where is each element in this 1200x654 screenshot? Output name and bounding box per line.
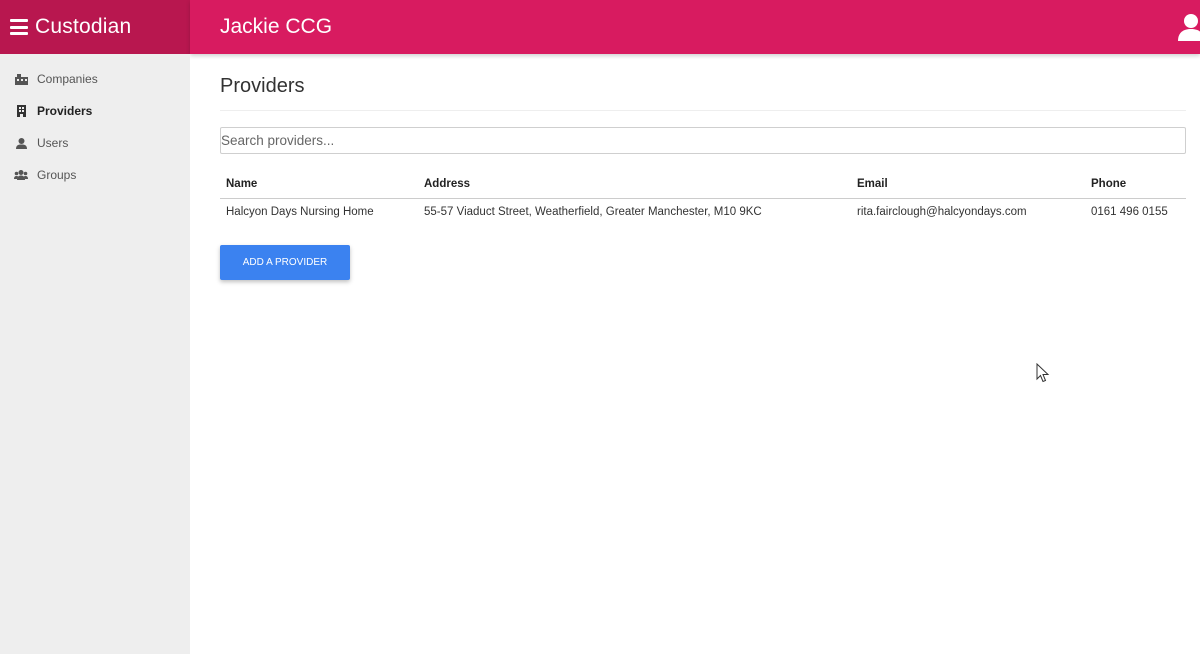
sidebar-item-label: Providers [37, 104, 93, 118]
search-input[interactable] [220, 127, 1186, 154]
brand-bar: Custodian [0, 0, 190, 54]
add-provider-button[interactable]: ADD A PROVIDER [220, 245, 350, 280]
sidebar-item-groups[interactable]: Groups [0, 159, 190, 191]
cell-name[interactable]: Halcyon Days Nursing Home [220, 198, 418, 226]
table-header-row: Name Address Email Phone [220, 170, 1186, 199]
main-content: Providers Name Address Email Phone Halcy… [220, 54, 1186, 280]
sidebar: Companies Providers Users Groups [0, 54, 190, 654]
sidebar-item-users[interactable]: Users [0, 127, 190, 159]
providers-table: Name Address Email Phone Halcyon Days Nu… [220, 170, 1186, 226]
mouse-pointer-icon [1036, 363, 1050, 383]
app-root: Custodian Jackie CCG Companies Providers… [0, 0, 1200, 654]
users-group-icon [14, 168, 28, 182]
user-icon [14, 136, 28, 150]
office-building-icon [14, 104, 28, 118]
cell-address: 55-57 Viaduct Street, Weatherfield, Grea… [424, 206, 762, 219]
sidebar-item-providers[interactable]: Providers [0, 95, 190, 127]
column-header-phone[interactable]: Phone [1085, 170, 1186, 199]
column-header-address[interactable]: Address [418, 170, 851, 199]
column-header-name[interactable]: Name [220, 170, 418, 199]
cell-email: rita.fairclough@halcyondays.com [857, 206, 1027, 219]
app-name: Custodian [35, 15, 132, 38]
user-account-icon[interactable] [1176, 13, 1200, 41]
column-header-email[interactable]: Email [851, 170, 1085, 199]
sidebar-item-companies[interactable]: Companies [0, 63, 190, 95]
org-name: Jackie CCG [220, 15, 333, 38]
sidebar-item-label: Users [37, 136, 69, 150]
page-title: Providers [220, 54, 1186, 111]
table-row[interactable]: Halcyon Days Nursing Home 55-57 Viaduct … [220, 198, 1186, 226]
sidebar-item-label: Groups [37, 168, 77, 182]
top-bar: Jackie CCG [190, 0, 1200, 54]
hamburger-menu-icon[interactable] [10, 19, 28, 35]
cell-phone: 0161 496 0155 [1091, 206, 1168, 219]
sidebar-item-label: Companies [37, 72, 98, 86]
building-icon [14, 72, 28, 86]
